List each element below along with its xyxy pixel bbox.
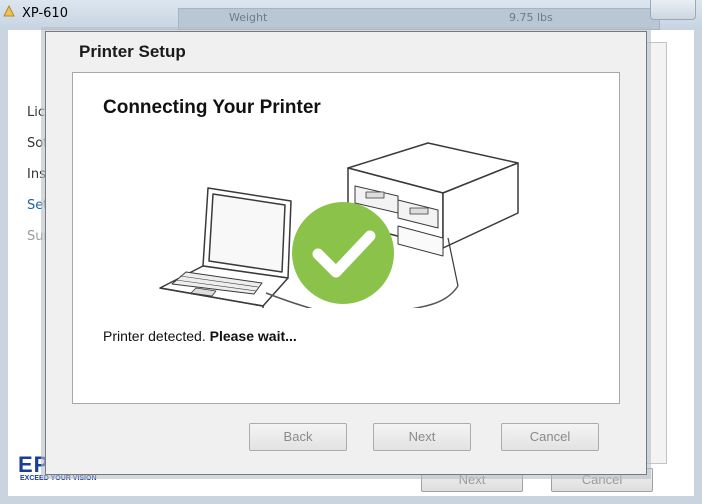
panel-heading: Connecting Your Printer <box>103 97 321 118</box>
dialog-content-panel: Connecting Your Printer Printer detected… <box>72 72 620 404</box>
dialog-title: Printer Setup <box>79 42 186 61</box>
status-wait-text: Please wait... <box>209 328 297 344</box>
brand-tagline: EXCEED YOUR VISION <box>20 475 97 482</box>
status-message: Printer detected. Please wait... <box>103 328 297 344</box>
laptop-icon <box>159 187 292 308</box>
installer-titlebar: XP-610 Weight 9.75 lbs <box>0 0 702 30</box>
window-close-button[interactable] <box>650 0 696 20</box>
checkmark-circle-icon <box>292 202 394 304</box>
app-icon <box>3 4 15 17</box>
spec-label: Weight <box>229 11 268 24</box>
status-text: Printer detected. <box>103 328 210 344</box>
cancel-button[interactable]: Cancel <box>501 423 599 451</box>
window-title: XP-610 <box>22 6 68 21</box>
next-button[interactable]: Next <box>373 423 471 451</box>
printer-setup-dialog: Printer Setup Connecting Your Printer Pr… <box>45 31 647 475</box>
spec-strip: Weight 9.75 lbs <box>178 8 660 30</box>
spec-value: 9.75 lbs <box>509 11 553 24</box>
back-button[interactable]: Back <box>249 423 347 451</box>
laptop-printer-illustration <box>159 142 519 308</box>
